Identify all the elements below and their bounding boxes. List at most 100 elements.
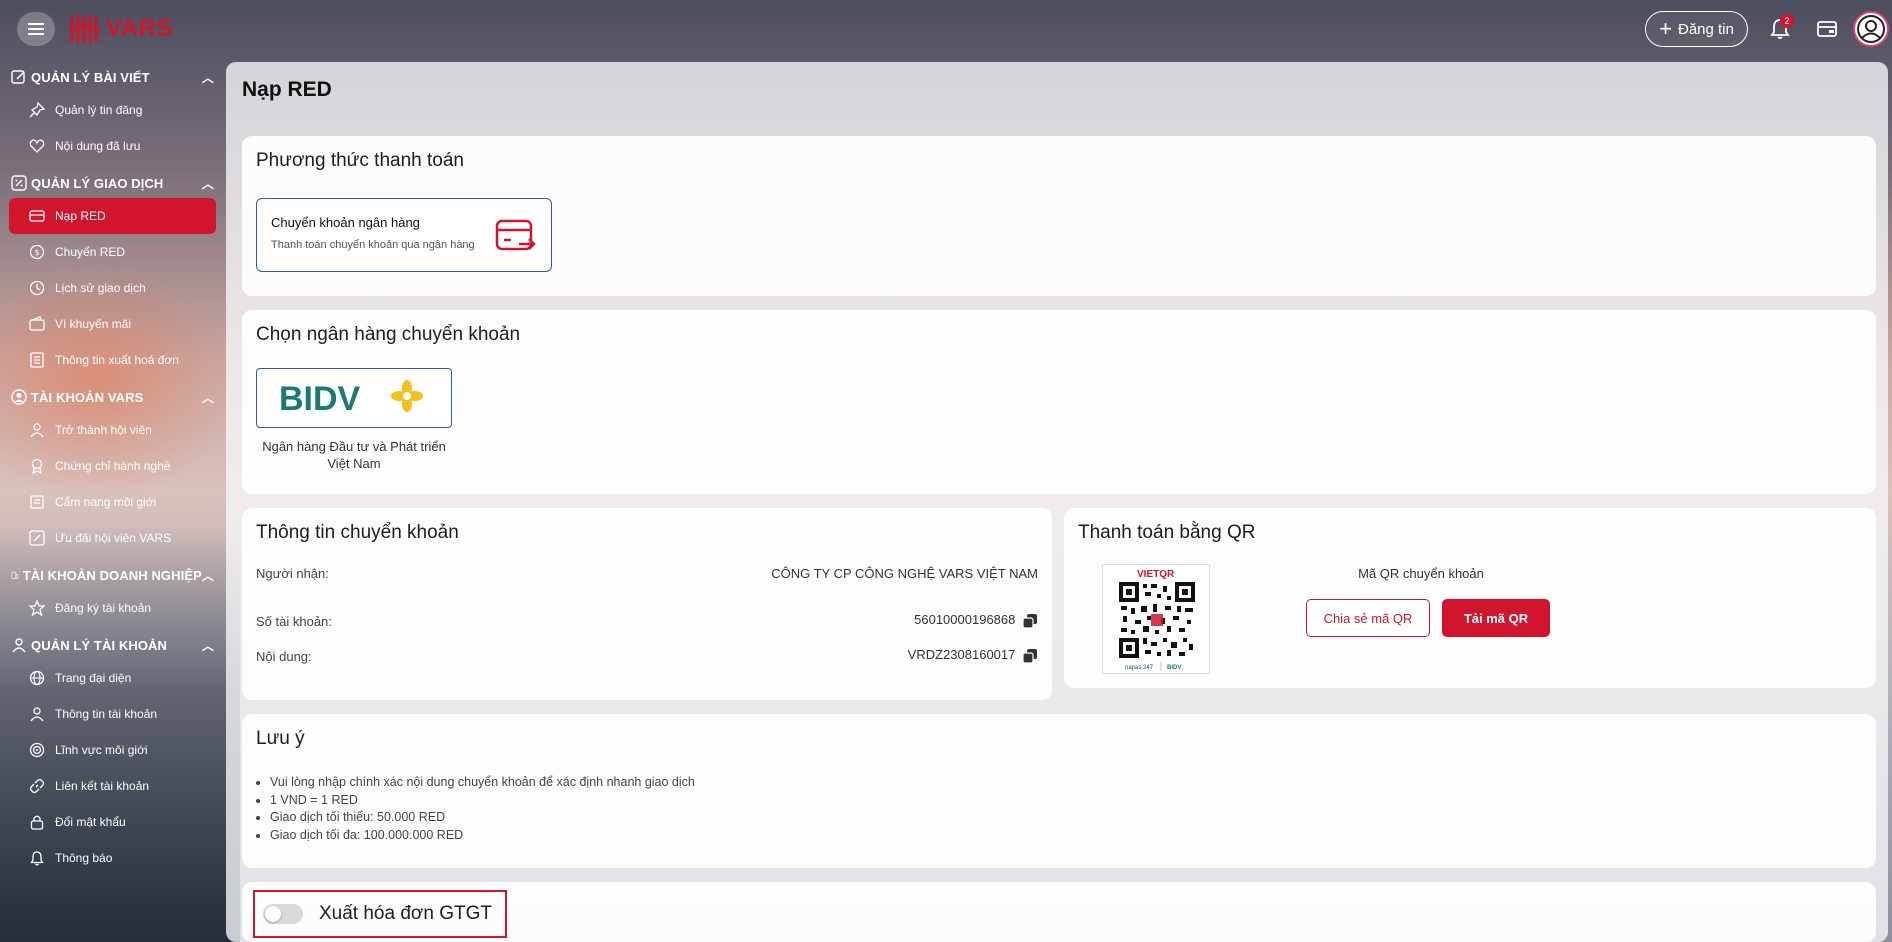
- note-item: Giao dịch tối thiểu: 50.000 RED: [270, 809, 695, 827]
- copy-icon[interactable]: [1022, 648, 1038, 664]
- target-icon: [29, 742, 45, 758]
- vat-invoice-card: Xuất hóa đơn GTGT: [242, 882, 1876, 942]
- qr-caption: Mã QR chuyển khoản: [1358, 566, 1484, 581]
- qr-code-image: VIETQR napas 247 BIDV: [1102, 564, 1210, 674]
- account-number-value: 56010000196868: [914, 612, 1016, 627]
- sidebar-item-change-password[interactable]: Đổi mật khẩu: [9, 804, 216, 840]
- coin-icon: $: [29, 244, 45, 260]
- notification-badge: 2: [1780, 14, 1794, 28]
- sidebar-item-account-info[interactable]: Thông tin tài khoản: [9, 696, 216, 732]
- sidebar-item-invoice-info[interactable]: Thông tin xuất hoá đơn: [9, 342, 216, 378]
- toggle-knob: [265, 906, 281, 922]
- chevron-up-icon: ︿: [201, 390, 214, 405]
- transfer-info-card: Thông tin chuyển khoản Người nhận: CÔNG …: [242, 508, 1052, 700]
- sidebar-item-promo-wallet[interactable]: Ví khuyến mãi: [9, 306, 216, 342]
- bank-select-title: Chọn ngân hàng chuyển khoản: [256, 324, 521, 345]
- sidebar-item-label: Nạp RED: [55, 209, 106, 223]
- top-bar: VARS + Đăng tin 2: [0, 0, 1892, 58]
- bank-select-card: Chọn ngân hàng chuyển khoản BIDV Ngân hà…: [242, 310, 1876, 494]
- sidebar-item-manage-listings[interactable]: Quản lý tin đăng: [9, 92, 216, 128]
- main-content: Nạp RED Phương thức thanh toán Chuyển kh…: [226, 62, 1888, 942]
- vars-logo[interactable]: VARS: [68, 10, 173, 48]
- hamburger-menu-button[interactable]: [17, 12, 55, 46]
- sidebar-item-member-offers[interactable]: Ưu đãi hội viên VARS: [9, 520, 216, 556]
- sidebar-item-license[interactable]: Chứng chỉ hành nghề: [9, 448, 216, 484]
- transfer-info-title: Thông tin chuyển khoản: [256, 522, 459, 543]
- sidebar-section-business-account[interactable]: TÀI KHOẢN DOANH NGHIỆP ︿: [0, 560, 226, 590]
- sidebar-section-posts[interactable]: QUẢN LÝ BÀI VIẾT ︿: [0, 62, 226, 92]
- sidebar-item-transfer-red[interactable]: $ Chuyển RED: [9, 234, 216, 270]
- download-qr-button[interactable]: Tải mã QR: [1442, 599, 1550, 637]
- sidebar-item-notifications[interactable]: Thông báo: [9, 840, 216, 876]
- sidebar-item-label: Chuyển RED: [55, 245, 126, 259]
- sidebar-item-label: Lịch sử giao dịch: [55, 281, 146, 295]
- notes-list: Vui lòng nhập chính xác nội dung chuyển …: [270, 774, 695, 844]
- bidv-footer-text: BIDV: [1167, 665, 1181, 671]
- sidebar-item-broker-handbook[interactable]: Cẩm nang môi giới: [9, 484, 216, 520]
- user-avatar[interactable]: [1853, 11, 1889, 47]
- share-qr-button[interactable]: Chia sẻ mã QR: [1306, 599, 1430, 637]
- user-avatar-icon: [1857, 15, 1885, 43]
- sidebar-item-label: Thông tin tài khoản: [55, 707, 158, 721]
- bank-transfer-option[interactable]: Chuyển khoản ngân hàng Thanh toán chuyển…: [256, 198, 552, 272]
- sidebar-item-label: Cẩm nang môi giới: [55, 495, 157, 509]
- heart-icon: [29, 139, 45, 153]
- sidebar-section-title: QUẢN LÝ TÀI KHOẢN: [31, 637, 168, 653]
- card-transfer-icon: [29, 210, 45, 222]
- vat-invoice-toggle-row[interactable]: Xuất hóa đơn GTGT: [253, 890, 507, 938]
- sidebar-item-label: Chứng chỉ hành nghề: [55, 459, 171, 473]
- plus-icon: +: [1659, 16, 1672, 41]
- note-item: 1 VND = 1 RED: [270, 792, 695, 810]
- history-clock-icon: [29, 280, 45, 296]
- sidebar-item-saved-content[interactable]: Nội dung đã lưu: [9, 128, 216, 164]
- copy-icon[interactable]: [1022, 613, 1038, 629]
- wallet-icon[interactable]: [1815, 17, 1839, 41]
- sidebar-item-label: Quản lý tin đăng: [55, 103, 143, 117]
- sidebar-item-register-account[interactable]: Đăng ký tài khoản: [9, 590, 216, 626]
- sidebar-item-linked-accounts[interactable]: Liên kết tài khoản: [9, 768, 216, 804]
- bank-name-label: Ngân hàng Đầu tư và Phát triển Việt Nam: [262, 439, 446, 471]
- payment-method-card: Phương thức thanh toán Chuyển khoản ngân…: [242, 136, 1876, 296]
- percent-tag-icon: [11, 175, 27, 191]
- page-title: Nạp RED: [242, 78, 332, 101]
- qr-code-graphic: VIETQR napas 247 BIDV: [1119, 569, 1195, 671]
- sidebar-item-become-member[interactable]: Trở thành hội viên: [9, 412, 216, 448]
- content-label: Nội dung:: [256, 649, 312, 664]
- payment-method-title: Phương thức thanh toán: [256, 150, 464, 171]
- sidebar-item-label: Ví khuyến mãi: [55, 317, 132, 331]
- bidv-logo: BIDV: [279, 380, 423, 418]
- sidebar-item-transaction-history[interactable]: Lịch sử giao dịch: [9, 270, 216, 306]
- sidebar-section-transactions[interactable]: QUẢN LÝ GIAO DỊCH ︿: [0, 168, 226, 198]
- sidebar-item-broker-field[interactable]: Lĩnh vực môi giới: [9, 732, 216, 768]
- link-icon: [29, 778, 45, 794]
- sidebar-item-label: Ưu đãi hội viên VARS: [55, 531, 172, 545]
- napas-text: napas 247: [1125, 665, 1154, 671]
- sidebar-item-label: Thông báo: [55, 851, 113, 865]
- sidebar-section-account-management[interactable]: QUẢN LÝ TÀI KHOẢN ︿: [0, 630, 226, 660]
- recipient-value: CÔNG TY CP CÔNG NGHỆ VARS VIỆT NAM: [771, 566, 1038, 581]
- sidebar-section-vars-account[interactable]: TÀI KHOẢN VARS ︿: [0, 382, 226, 412]
- sidebar-item-label: Trang đại diện: [55, 671, 132, 685]
- user-circle-icon: [11, 389, 27, 405]
- sidebar-section-title: TÀI KHOẢN VARS: [31, 389, 144, 405]
- offer-icon: [29, 530, 45, 546]
- post-listing-button[interactable]: + Đăng tin: [1645, 11, 1748, 47]
- invoice-icon: [30, 352, 44, 368]
- account-number-row: 56010000196868: [914, 612, 1038, 629]
- member-icon: [30, 423, 44, 438]
- chevron-up-icon: ︿: [201, 568, 214, 583]
- note-item: Vui lòng nhập chính xác nội dung chuyển …: [270, 774, 695, 792]
- notes-title: Lưu ý: [256, 728, 305, 749]
- sidebar-item-label: Trở thành hội viên: [55, 423, 152, 437]
- vietqr-brand-text: VIETQR: [1137, 569, 1175, 580]
- sidebar-item-profile-page[interactable]: Trang đại diện: [9, 660, 216, 696]
- certificate-icon: [31, 458, 43, 474]
- svg-text:$: $: [34, 248, 39, 257]
- sidebar-item-topup-red[interactable]: Nạp RED: [9, 198, 216, 234]
- bank-option-bidv[interactable]: BIDV: [256, 368, 452, 428]
- sidebar-item-label: Lĩnh vực môi giới: [55, 743, 148, 757]
- vat-invoice-toggle[interactable]: [263, 904, 303, 924]
- bidv-logo-text: BIDV: [279, 380, 361, 418]
- vat-invoice-label: Xuất hóa đơn GTGT: [319, 903, 492, 924]
- sidebar: QUẢN LÝ BÀI VIẾT ︿ Quản lý tin đăng Nội …: [0, 62, 226, 876]
